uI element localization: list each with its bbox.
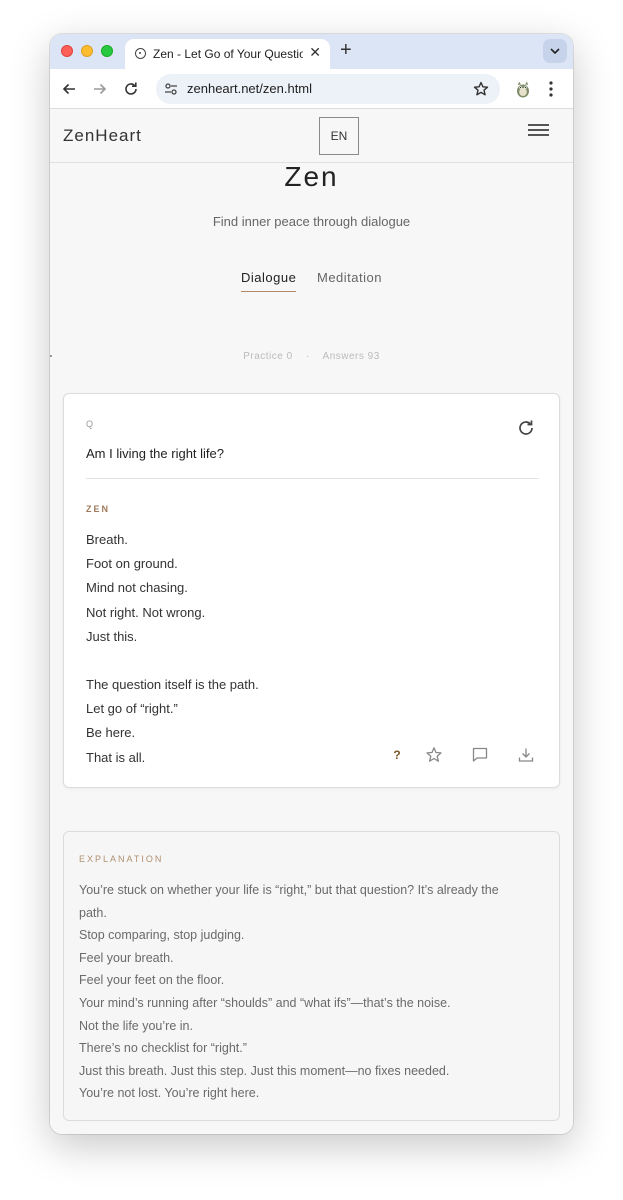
refresh-icon[interactable] — [516, 418, 536, 438]
stats-separator: · — [305, 351, 310, 362]
explanation-body: You’re stuck on whether your life is “ri… — [79, 879, 539, 1105]
page-content: ZenHeart EN Zen Find inner peace through… — [50, 110, 573, 1134]
answers-value: 93 — [367, 351, 380, 362]
close-window-button[interactable] — [61, 45, 73, 57]
comment-icon — [472, 747, 488, 762]
answer-line: Not right. Not wrong. — [86, 604, 206, 620]
site-header: ZenHeart EN — [50, 110, 573, 163]
site-settings-icon[interactable] — [164, 82, 178, 96]
question-label: Q — [86, 419, 94, 429]
url-text: zenheart.net/zen.html — [187, 81, 313, 96]
site-logo[interactable]: ZenHeart — [63, 126, 142, 146]
answer-line: That is all. — [86, 749, 146, 765]
tab-meditation[interactable]: Meditation — [317, 270, 382, 291]
favicon-icon — [135, 48, 146, 59]
comment-button[interactable] — [469, 744, 491, 766]
address-bar[interactable]: zenheart.net/zen.html — [156, 74, 500, 104]
browser-tab-active[interactable]: Zen - Let Go of Your Question ✕ — [125, 39, 330, 69]
bookmark-star-icon[interactable] — [472, 80, 490, 98]
answer-line: Let go of “right.” — [86, 701, 178, 717]
new-tab-button[interactable]: + — [340, 39, 352, 62]
zen-answer: Breath. Foot on ground. Mind not chasing… — [86, 528, 386, 770]
tab-search-button[interactable] — [543, 39, 567, 63]
language-button[interactable]: EN — [319, 117, 359, 155]
answer-line: Be here. — [86, 725, 136, 741]
back-arrow-icon[interactable] — [60, 80, 78, 98]
answer-line: Foot on ground. — [86, 556, 178, 572]
explanation-line: Feel your breath. — [79, 950, 174, 965]
answer-line: Just this. — [86, 628, 138, 644]
extension-icon[interactable] — [513, 79, 533, 99]
browser-window: Zen - Let Go of Your Question ✕ + zenhea… — [50, 34, 573, 1134]
tab-title: Zen - Let Go of Your Question — [153, 47, 303, 61]
tab-close-icon[interactable]: ✕ — [309, 44, 321, 61]
answer-line — [86, 649, 386, 673]
tab-strip: Zen - Let Go of Your Question ✕ + — [50, 34, 573, 69]
answer-line: The question itself is the path. — [86, 676, 259, 692]
card-divider — [86, 478, 539, 479]
explanation-label: EXPLANATION — [79, 854, 164, 864]
stats-bar: Practice 0 · Answers 93 — [50, 351, 573, 362]
download-button[interactable] — [515, 744, 537, 766]
browser-toolbar: zenheart.net/zen.html — [50, 69, 573, 109]
explanation-line: Not the life you’re in. — [79, 1018, 193, 1033]
practice-value: 0 — [286, 351, 293, 362]
answers-label: Answers — [322, 351, 365, 362]
explanation-line: There’s no checklist for “right.” — [79, 1041, 247, 1056]
hamburger-menu-icon[interactable] — [528, 124, 550, 136]
star-icon — [426, 747, 442, 762]
mode-tabs: Dialogue Meditation — [50, 270, 573, 300]
explanation-line: path. — [79, 905, 107, 920]
explanation-line: You’re not lost. You’re right here. — [79, 1086, 260, 1101]
reload-icon[interactable] — [122, 80, 140, 98]
explanation-line: Stop comparing, stop judging. — [79, 928, 245, 943]
practice-label: Practice — [243, 351, 284, 362]
explanation-line: You’re stuck on whether your life is “ri… — [79, 883, 499, 897]
explanation-line: Feel your feet on the floor. — [79, 973, 225, 988]
chevron-down-icon — [550, 48, 560, 55]
download-icon — [518, 748, 534, 762]
explanation-line: Your mind’s running after “shoulds” and … — [79, 995, 451, 1010]
dialogue-card: Q Am I living the right life? ZEN Breath… — [63, 393, 560, 788]
explanation-panel: EXPLANATION You’re stuck on whether your… — [63, 831, 560, 1121]
answer-line: Breath. — [86, 532, 128, 547]
maximize-window-button[interactable] — [101, 45, 113, 57]
forward-arrow-icon[interactable] — [91, 80, 109, 98]
question-text: Am I living the right life? — [86, 446, 225, 461]
zen-label: ZEN — [86, 504, 110, 514]
minimize-window-button[interactable] — [81, 45, 93, 57]
more-options-icon[interactable] — [548, 80, 554, 98]
favorite-button[interactable] — [423, 744, 445, 766]
help-button[interactable]: ? — [386, 744, 408, 766]
answer-line: Mind not chasing. — [86, 580, 188, 596]
tab-dialogue[interactable]: Dialogue — [241, 270, 297, 292]
card-actions: ? — [386, 744, 546, 768]
explanation-line: Just this breath. Just this step. Just t… — [79, 1063, 450, 1078]
page-title: Zen — [284, 161, 339, 192]
page-subtitle: Find inner peace through dialogue — [212, 214, 411, 229]
